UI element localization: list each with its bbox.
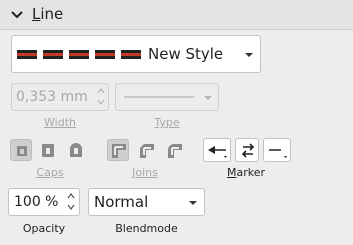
- dropdown-arrow-icon: [189, 201, 197, 205]
- spin-down-icon[interactable]: [66, 202, 76, 212]
- spin-down-icon[interactable]: [96, 97, 106, 107]
- blendmode-value: Normal: [94, 193, 149, 211]
- cap-flat-icon: [17, 146, 27, 156]
- line-style-preview: [17, 50, 141, 59]
- line-end-none-icon: [269, 149, 287, 158]
- section-title: Line: [32, 5, 64, 23]
- join-miter-button[interactable]: [107, 139, 129, 161]
- join-round-icon: [168, 144, 182, 158]
- blendmode-dropdown[interactable]: Normal: [88, 188, 205, 216]
- opacity-spinbox[interactable]: 100 %: [8, 188, 80, 216]
- line-type-dropdown[interactable]: [115, 83, 219, 111]
- arrow-left-icon: [208, 146, 227, 158]
- swap-arrows-button[interactable]: [235, 138, 259, 162]
- width-value: 0,353 mm: [16, 89, 88, 105]
- chevron-down-icon[interactable]: [10, 8, 24, 22]
- cap-round-icon: [70, 143, 82, 157]
- width-label: Width: [44, 116, 76, 129]
- type-label: Type: [154, 116, 180, 129]
- cap-flat-button[interactable]: [10, 139, 32, 161]
- dropdown-arrow-icon: [245, 53, 253, 57]
- line-section-header[interactable]: Line: [0, 0, 353, 30]
- swap-arrows-icon: [241, 143, 255, 158]
- line-style-dropdown[interactable]: New Style: [11, 35, 261, 73]
- caps-label: Caps: [36, 166, 64, 179]
- cap-square-button[interactable]: [36, 139, 58, 161]
- line-type-preview: [124, 96, 194, 98]
- end-arrow-button[interactable]: [263, 138, 291, 162]
- line-style-value: New Style: [148, 45, 224, 63]
- width-spinbox[interactable]: 0,353 mm: [11, 83, 109, 111]
- join-bevel-button[interactable]: [135, 139, 157, 161]
- join-round-button[interactable]: [163, 139, 185, 161]
- spin-up-icon[interactable]: [96, 86, 106, 96]
- marker-label: Marker: [226, 166, 266, 179]
- cap-round-button[interactable]: [64, 139, 86, 161]
- start-arrow-button[interactable]: [203, 138, 231, 162]
- blendmode-label: Blendmode: [115, 222, 178, 235]
- spin-up-icon[interactable]: [66, 191, 76, 201]
- join-bevel-icon: [140, 144, 154, 158]
- dropdown-arrow-icon: [204, 96, 212, 100]
- opacity-value: 100 %: [14, 194, 59, 210]
- opacity-label: Opacity: [22, 222, 66, 235]
- joins-label: Joins: [132, 166, 158, 179]
- cap-square-icon: [42, 144, 54, 157]
- join-miter-icon: [112, 144, 126, 158]
